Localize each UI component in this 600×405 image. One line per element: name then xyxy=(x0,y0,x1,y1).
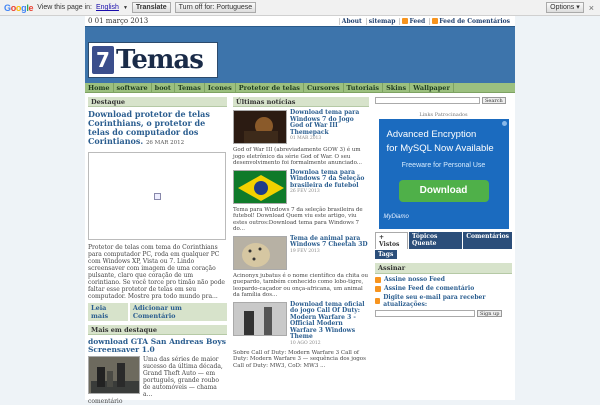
site-logo[interactable]: 7 Temas xyxy=(88,42,218,78)
rss-icon xyxy=(402,18,409,24)
feed-link[interactable]: Feed xyxy=(399,17,427,25)
ad-download-button[interactable]: Download xyxy=(398,180,489,202)
search-input[interactable] xyxy=(375,97,480,104)
nav-temas[interactable]: Temas xyxy=(175,82,205,93)
sitemap-link[interactable]: sitemap xyxy=(365,17,398,25)
news-item[interactable]: Downloa tema para Windows 7 da Seleção b… xyxy=(233,169,369,204)
more-featured-title[interactable]: download GTA San Andreas Boys Screensave… xyxy=(88,338,227,354)
more-featured-text: Uma das séries de maior sucesso da últim… xyxy=(143,356,223,398)
tab-comments[interactable]: Comentários xyxy=(463,232,512,249)
news-text: Tema para Windows 7 da seleção brasileir… xyxy=(233,206,363,233)
language-select[interactable]: English xyxy=(96,4,119,11)
nav-protetor[interactable]: Protetor de telas xyxy=(236,82,304,93)
brasil-thumbnail xyxy=(233,169,287,204)
news-date: 01 MAR 2013 xyxy=(290,136,322,141)
nav-cursores[interactable]: Cursores xyxy=(304,82,344,93)
google-translate-bar: Google View this page in: English ▼ Tran… xyxy=(0,0,600,16)
news-text: Sobre Call of Duty: Modern Warfare 3 Cal… xyxy=(233,349,366,369)
subscribe-feed-link[interactable]: Assine nosso Feed xyxy=(375,276,512,283)
email-field[interactable] xyxy=(375,310,475,317)
language-dropdown-icon[interactable]: ▼ xyxy=(123,5,128,11)
sidebar: Search Links Patrocinados Advanced Encry… xyxy=(372,97,515,405)
nav-skins[interactable]: Skins xyxy=(383,82,411,93)
news-date: 19 FEV 2013 xyxy=(290,248,320,254)
signup-button[interactable]: Sign up xyxy=(477,310,503,317)
google-logo: Google xyxy=(4,2,34,13)
ad-info-icon[interactable] xyxy=(501,121,507,126)
feed-comments-link[interactable]: Feed de Comentários xyxy=(429,17,512,25)
ad-label: Links Patrocinados xyxy=(419,112,468,118)
featured-text: Protetor de telas com tema do Corinthian… xyxy=(88,244,225,300)
ad-brand: MyDiamo xyxy=(383,214,409,220)
tab-hot-topics[interactable]: Tópicos Quente xyxy=(409,232,463,249)
rss-icon xyxy=(375,298,381,304)
ad-line2: for MySQL Now Available xyxy=(386,143,494,154)
news-text: God of War III (abreviadamente GOW 3) é … xyxy=(233,147,363,166)
ad-line1: Advanced Encryption xyxy=(386,129,477,140)
latest-heading: Últimas notícias xyxy=(233,97,369,107)
rss-icon xyxy=(432,18,439,24)
news-item[interactable]: Download tema oficial do jogo Call Of Du… xyxy=(233,301,369,347)
nav-software[interactable]: software xyxy=(114,82,152,93)
latest-news-column: Últimas notícias Download tema para Wind… xyxy=(230,97,372,405)
nav-home[interactable]: Home xyxy=(85,82,114,93)
destaque-heading: Destaque xyxy=(88,97,227,107)
nav-wallpaper[interactable]: Wallpaper xyxy=(410,82,454,93)
nav-icones[interactable]: Icones xyxy=(205,82,236,93)
translate-button[interactable]: Translate xyxy=(131,2,171,13)
logo-text: Temas xyxy=(116,45,204,75)
news-title[interactable]: Downloa tema para Windows 7 da Seleção b… xyxy=(290,169,369,190)
date-label: 0 01 março 2013 xyxy=(88,17,149,25)
logo-mark: 7 xyxy=(92,46,114,74)
news-text: Acinonyx jubatus é o nome científico da … xyxy=(233,272,369,299)
news-title[interactable]: Tema de animal para Windows 7 Cheetah 3D xyxy=(290,235,369,249)
search-button[interactable]: Search xyxy=(482,97,506,104)
featured-date: 26 MAR 2012 xyxy=(145,140,185,146)
view-page-text: View this page in: xyxy=(37,4,92,11)
news-date: 10 AGO 2012 xyxy=(290,340,321,346)
news-item[interactable]: Tema de animal para Windows 7 Cheetah 3D… xyxy=(233,235,369,270)
god-of-war-thumbnail xyxy=(233,110,287,144)
news-title[interactable]: Download tema oficial do jogo Call Of Du… xyxy=(290,301,369,341)
subscribe-comments-link[interactable]: Assine Feed de comentário xyxy=(375,285,512,292)
about-link[interactable]: About xyxy=(338,17,364,25)
page-wrapper: 0 01 março 2013 About sitemap Feed Feed … xyxy=(85,16,515,405)
add-comment-link[interactable]: Adicionar um Comentário xyxy=(129,303,227,321)
ad-line3: Freeware for Personal Use xyxy=(401,162,486,169)
comment-count[interactable]: comentário xyxy=(88,398,227,405)
top-bar: 0 01 março 2013 About sitemap Feed Feed … xyxy=(85,16,515,26)
gta-thumbnail[interactable] xyxy=(88,356,140,394)
main-nav: Home software boot Temas Icones Protetor… xyxy=(85,82,515,93)
news-item[interactable]: Download tema para Windows 7 do Jogo God… xyxy=(233,109,369,144)
nav-tutoriais[interactable]: Tutoriais xyxy=(344,82,384,93)
ad-banner[interactable]: Advanced Encryption for MySQL Now Availa… xyxy=(378,119,509,229)
mais-destaque-heading: Mais em destaque xyxy=(88,325,227,335)
rss-icon xyxy=(375,276,381,283)
site-header: 7 Temas xyxy=(85,26,515,83)
featured-title[interactable]: Download protetor de telas Corinthians, … xyxy=(88,110,227,148)
close-icon[interactable]: × xyxy=(587,3,596,13)
rss-icon xyxy=(375,285,381,292)
broken-image-icon xyxy=(153,192,161,200)
news-date: 26 FEV 2013 xyxy=(290,189,320,194)
tags-tab[interactable]: Tags xyxy=(375,250,397,259)
turn-off-button[interactable]: Turn off for: Portuguese xyxy=(174,2,257,13)
tab-most-viewed[interactable]: + Vistos xyxy=(375,232,409,249)
read-more-link[interactable]: Leia mais xyxy=(88,303,128,321)
top-links: About sitemap Feed Feed de Comentários xyxy=(338,17,512,25)
options-button[interactable]: Options ▾ xyxy=(546,2,584,13)
email-subscribe-label: Digite seu e-mail para receber atualizaç… xyxy=(375,294,512,308)
featured-column: Destaque Download protetor de telas Cori… xyxy=(85,97,230,405)
subscribe-heading: Assinar xyxy=(375,263,512,274)
news-title[interactable]: Download tema para Windows 7 do Jogo God… xyxy=(290,109,369,136)
featured-image[interactable] xyxy=(88,152,226,240)
modern-warfare-thumbnail xyxy=(233,301,287,336)
nav-boot[interactable]: boot xyxy=(152,82,175,93)
cheetah-thumbnail xyxy=(233,235,287,270)
